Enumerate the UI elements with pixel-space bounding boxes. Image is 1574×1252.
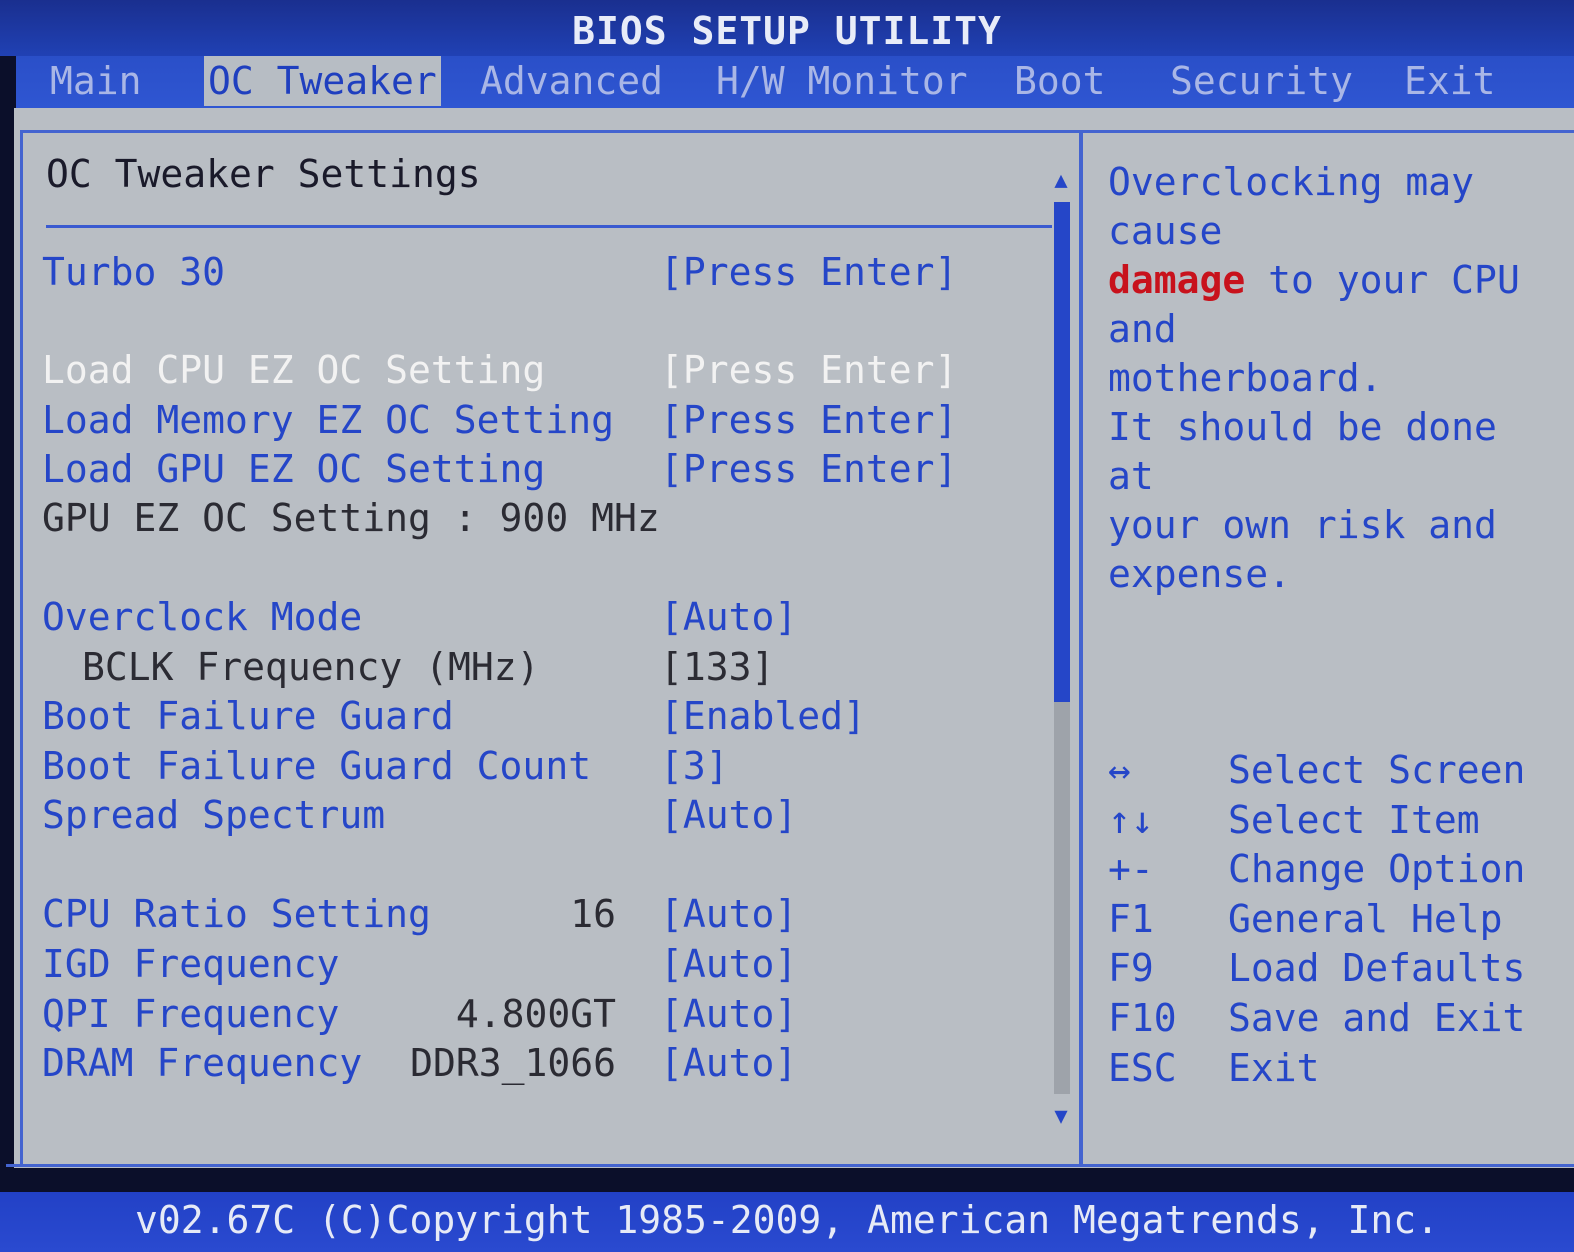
help-line: motherboard.: [1108, 356, 1383, 400]
tab-bar: Main OC Tweaker Advanced H/W Monitor Boo…: [16, 56, 1574, 108]
tab-oc-tweaker[interactable]: OC Tweaker: [204, 56, 441, 106]
setting-label: BCLK Frequency (MHz): [82, 645, 540, 689]
scrollbar[interactable]: [1054, 202, 1070, 1094]
setting-label: Spread Spectrum: [42, 793, 386, 837]
setting-label: QPI Frequency: [42, 992, 340, 1036]
setting-value[interactable]: [Enabled]: [660, 694, 866, 738]
section-divider: [46, 225, 1052, 228]
setting-label: Turbo 30: [42, 250, 226, 294]
help-line: Overclocking may cause: [1108, 160, 1475, 253]
setting-label: IGD Frequency: [42, 942, 340, 986]
help-line: your own risk and: [1108, 503, 1497, 547]
plus-minus-icon: +-: [1108, 847, 1154, 892]
tab-exit[interactable]: Exit: [1400, 56, 1500, 106]
bottom-divider: [6, 1164, 1574, 1167]
setting-value[interactable]: [3]: [660, 744, 729, 788]
setting-current-value: 4.800GT: [455, 992, 616, 1036]
setting-label: Load GPU EZ OC Setting: [42, 447, 546, 491]
tab-security[interactable]: Security: [1166, 56, 1357, 106]
tab-advanced[interactable]: Advanced: [476, 56, 667, 106]
key-f10: F10: [1108, 995, 1177, 1040]
key-desc: Select Item: [1228, 797, 1480, 842]
help-line: expense.: [1108, 552, 1292, 596]
scroll-up-icon[interactable]: ▲: [1050, 168, 1072, 193]
setting-label: CPU Ratio Setting: [42, 892, 431, 936]
tab-main[interactable]: Main: [46, 56, 146, 106]
key-desc: Change Option: [1228, 847, 1526, 892]
setting-label: Boot Failure Guard: [42, 694, 454, 738]
key-f9: F9: [1108, 946, 1154, 991]
setting-value[interactable]: [Auto]: [660, 992, 797, 1036]
section-title: OC Tweaker Settings: [46, 152, 481, 196]
key-desc: Exit: [1228, 1045, 1320, 1090]
footer-copyright: v02.67C (C)Copyright 1985-2009, American…: [0, 1192, 1574, 1252]
setting-label: Load Memory EZ OC Setting: [42, 398, 614, 442]
setting-value[interactable]: [Press Enter]: [660, 447, 957, 491]
setting-label: Boot Failure Guard Count: [42, 744, 592, 788]
key-desc: General Help: [1228, 896, 1503, 941]
setting-label: GPU EZ OC Setting : 900 MHz: [42, 496, 660, 540]
setting-label: Overclock Mode: [42, 595, 363, 639]
setting-value[interactable]: [Auto]: [660, 942, 797, 986]
key-desc: Save and Exit: [1228, 995, 1526, 1040]
setting-value[interactable]: [Auto]: [660, 793, 797, 837]
scroll-down-icon[interactable]: ▼: [1050, 1104, 1072, 1129]
help-line: damage to your CPU and: [1108, 256, 1558, 354]
key-f1: F1: [1108, 896, 1154, 941]
bios-title: BIOS SETUP UTILITY: [0, 0, 1574, 56]
setting-label: DRAM Frequency: [42, 1041, 363, 1085]
setting-value[interactable]: [Auto]: [660, 1041, 797, 1085]
tab-boot[interactable]: Boot: [1010, 56, 1110, 106]
help-text: Overclocking may cause damage to your CP…: [1108, 158, 1558, 599]
setting-current-value: DDR3_1066: [410, 1041, 616, 1085]
scrollbar-thumb[interactable]: [1054, 202, 1070, 702]
setting-value[interactable]: [Press Enter]: [660, 250, 957, 294]
setting-current-value: 16: [570, 892, 616, 936]
setting-value[interactable]: [Press Enter]: [660, 398, 957, 442]
key-esc: ESC: [1108, 1045, 1177, 1090]
setting-label: Load CPU EZ OC Setting: [42, 348, 546, 392]
key-desc: Load Defaults: [1228, 946, 1526, 991]
setting-value[interactable]: [133]: [660, 645, 774, 689]
up-down-arrow-icon: ↑↓: [1108, 797, 1154, 842]
key-desc: Select Screen: [1228, 748, 1526, 792]
setting-value[interactable]: [Press Enter]: [660, 348, 957, 392]
help-line: It should be done at: [1108, 405, 1497, 498]
left-right-arrow-icon: ↔: [1108, 748, 1131, 792]
setting-value[interactable]: [Auto]: [660, 892, 797, 936]
tab-hw-monitor[interactable]: H/W Monitor: [712, 56, 972, 106]
warning-word: damage: [1108, 258, 1246, 302]
setting-value[interactable]: [Auto]: [660, 595, 797, 639]
